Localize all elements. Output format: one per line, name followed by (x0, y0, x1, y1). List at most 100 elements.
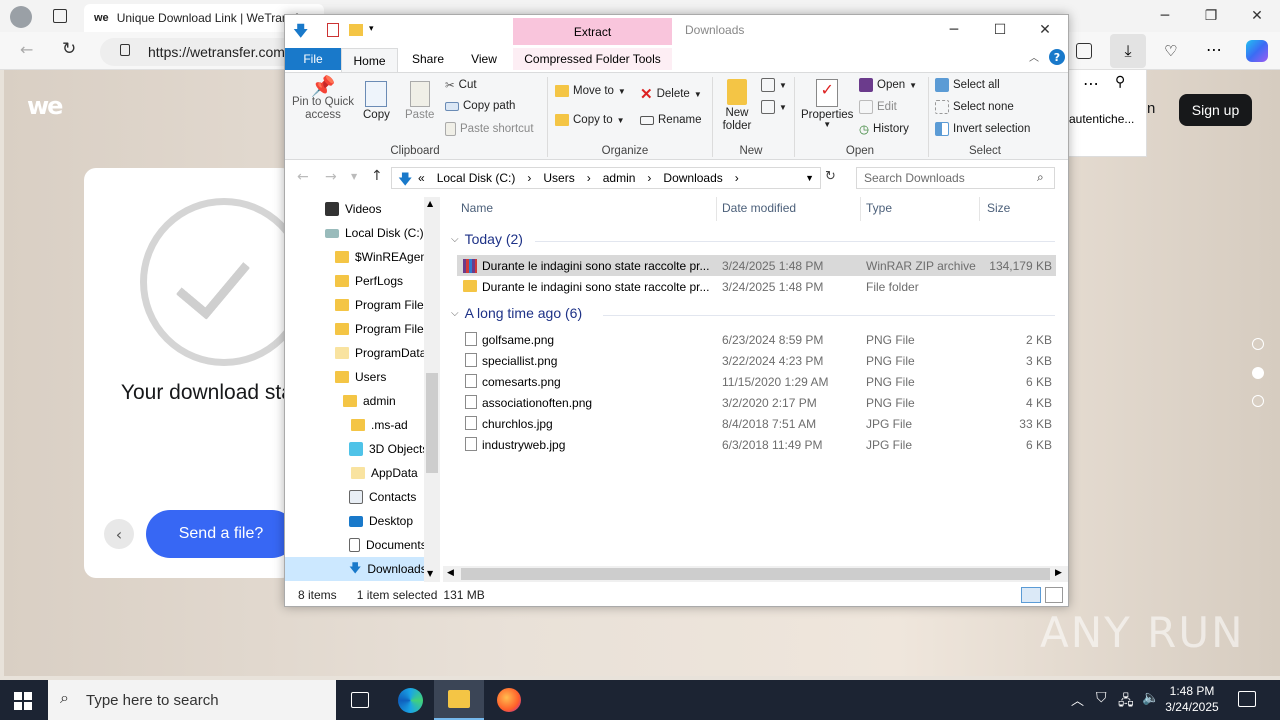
carousel-dot-active[interactable] (1252, 367, 1264, 379)
breadcrumb-admin[interactable]: admin (603, 171, 636, 185)
scroll-left-icon[interactable]: ◀ (447, 568, 454, 578)
carousel-dot[interactable] (1252, 395, 1264, 407)
copy-path-button[interactable]: Copy path (445, 100, 515, 112)
horizontal-scrollbar[interactable]: ◀ ▶ (443, 566, 1068, 582)
forward-arrow-icon[interactable]: → (325, 169, 337, 185)
tab-home[interactable]: Home (341, 48, 398, 72)
nav-item-admin[interactable]: admin (343, 389, 396, 413)
nav-item-perflogs[interactable]: PerfLogs (335, 269, 403, 293)
nav-item-contacts[interactable]: Contacts (349, 485, 416, 509)
tab-actions-icon[interactable] (53, 9, 67, 23)
qat-dropdown-icon[interactable]: ▾ (369, 24, 374, 34)
file-row[interactable]: Durante le indagini sono state raccolte … (457, 255, 1056, 276)
column-name[interactable]: Name (461, 201, 493, 215)
taskbar-search-input[interactable]: ⌕ Type here to search (48, 680, 336, 720)
file-row[interactable]: churchlos.jpg 8/4/2018 7:51 AM JPG File … (457, 413, 1056, 434)
up-arrow-icon[interactable]: ↑ (371, 168, 383, 184)
group-header-today[interactable]: ⌵ Today (2) (451, 231, 523, 247)
nav-item-programdata[interactable]: ProgramData (335, 341, 426, 365)
nav-item-winreagent[interactable]: $WinREAgent (335, 245, 430, 269)
paste-shortcut-button[interactable]: Paste shortcut (445, 122, 534, 136)
taskbar-clock[interactable]: 1:48 PM 3/24/2025 (1160, 683, 1224, 715)
invert-selection-button[interactable]: Invert selection (935, 122, 1030, 136)
pin-quick-access-button[interactable]: 📌 Pin to Quick access (291, 77, 355, 122)
edge-taskbar-icon[interactable] (398, 688, 423, 713)
scroll-thumb[interactable] (461, 568, 1050, 580)
downloads-button[interactable]: ⤓ (1110, 34, 1146, 68)
more-options-icon[interactable]: ⋯ (1083, 74, 1099, 93)
task-view-icon[interactable] (351, 692, 369, 708)
scroll-thumb[interactable] (426, 373, 438, 473)
maximize-icon[interactable]: ☐ (977, 15, 1023, 45)
delete-button[interactable]: ✕ Delete ▼ (640, 85, 702, 103)
nav-item-program-files[interactable]: Program Files (335, 293, 430, 317)
tab-share[interactable]: Share (400, 48, 456, 70)
new-item-button[interactable]: ▼ (761, 78, 787, 92)
tab-view[interactable]: View (456, 48, 512, 70)
nav-item-desktop[interactable]: Desktop (349, 509, 413, 533)
send-file-button[interactable]: Send a file? (146, 510, 296, 558)
large-icons-view-icon[interactable] (1045, 587, 1063, 603)
back-arrow-icon[interactable]: ← (297, 169, 309, 185)
browser-essentials-icon[interactable]: ♡ (1164, 42, 1177, 60)
close-icon[interactable]: ✕ (1234, 0, 1280, 32)
show-hidden-icons[interactable]: ︿ (1071, 690, 1084, 709)
scroll-down-icon[interactable]: ▼ (427, 569, 433, 578)
scroll-right-icon[interactable]: ▶ (1055, 568, 1062, 578)
history-button[interactable]: ◷ History (859, 122, 909, 136)
refresh-icon[interactable]: ↻ (62, 39, 76, 59)
nav-item-local-disk[interactable]: Local Disk (C:) (325, 221, 424, 245)
minimize-icon[interactable]: ─ (931, 15, 977, 45)
collections-icon[interactable] (1076, 43, 1092, 59)
back-icon[interactable]: ← (20, 40, 33, 59)
easy-access-button[interactable]: ▼ (761, 100, 787, 114)
new-folder-qat-icon[interactable] (349, 24, 363, 36)
nav-scrollbar[interactable]: ▲ ▼ (424, 197, 440, 582)
start-button[interactable] (14, 692, 32, 710)
breadcrumb[interactable]: 🡇 « Local Disk (C:) › Users › admin › Downl… (391, 167, 821, 189)
address-bar[interactable]: https://wetransfer.com (100, 38, 300, 66)
column-size[interactable]: Size (987, 201, 1010, 215)
login-link[interactable]: n (1147, 100, 1155, 117)
edit-button[interactable]: Edit (859, 100, 897, 114)
address-dropdown-icon[interactable]: ▼ (805, 173, 814, 183)
nav-item-documents[interactable]: Documents (349, 533, 427, 557)
quick-access-down-icon[interactable]: 🡇 (293, 21, 308, 46)
copilot-icon[interactable] (1246, 40, 1268, 62)
nav-item-3d-objects[interactable]: 3D Objects (349, 437, 428, 461)
select-none-button[interactable]: Select none (935, 100, 1014, 114)
cut-button[interactable]: ✂ Cut (445, 78, 477, 92)
breadcrumb-downloads[interactable]: Downloads (663, 171, 722, 185)
select-all-button[interactable]: Select all (935, 78, 1000, 92)
close-icon[interactable]: ✕ (1022, 15, 1068, 45)
notifications-icon[interactable] (1238, 691, 1256, 707)
restore-icon[interactable]: ❐ (1188, 0, 1234, 32)
file-row[interactable]: associationoften.png 3/2/2020 2:17 PM PN… (457, 392, 1056, 413)
wetransfer-logo[interactable]: we (27, 92, 63, 120)
scroll-up-icon[interactable]: ▲ (427, 199, 433, 208)
open-button[interactable]: Open ▼ (859, 78, 917, 92)
search-input[interactable]: Search Downloads (856, 167, 1055, 189)
tab-file[interactable]: File (285, 48, 341, 70)
help-icon[interactable]: ? (1049, 49, 1065, 65)
file-row[interactable]: golfsame.png 6/23/2024 8:59 PM PNG File … (457, 329, 1056, 350)
breadcrumb-users[interactable]: Users (543, 171, 574, 185)
profile-avatar[interactable] (10, 6, 32, 28)
details-view-icon[interactable] (1021, 587, 1041, 603)
file-row[interactable]: industryweb.jpg 6/3/2018 11:49 PM JPG Fi… (457, 434, 1056, 455)
rename-button[interactable]: Rename (640, 114, 701, 126)
recent-dropdown-icon[interactable]: ▼ (351, 172, 357, 181)
nav-item-downloads[interactable]: 🡇 Downloads (285, 557, 427, 581)
copy-to-button[interactable]: Copy to ▼ (555, 114, 625, 126)
paste-button[interactable]: Paste (405, 81, 434, 121)
breadcrumb-overflow[interactable]: « (418, 171, 425, 185)
explorer-taskbar-icon[interactable] (434, 680, 484, 720)
properties-qat-icon[interactable] (327, 23, 339, 37)
download-item-text[interactable]: autentiche... (1069, 112, 1147, 126)
file-row[interactable]: Durante le indagini sono state raccolte … (457, 276, 1056, 297)
security-icon[interactable]: ⛉ (1096, 690, 1107, 706)
nav-item-appdata[interactable]: AppData (351, 461, 418, 485)
collapse-ribbon-icon[interactable]: ︿ (1029, 49, 1039, 64)
minimize-icon[interactable]: ─ (1142, 0, 1188, 32)
refresh-icon[interactable]: ↻ (825, 169, 836, 184)
